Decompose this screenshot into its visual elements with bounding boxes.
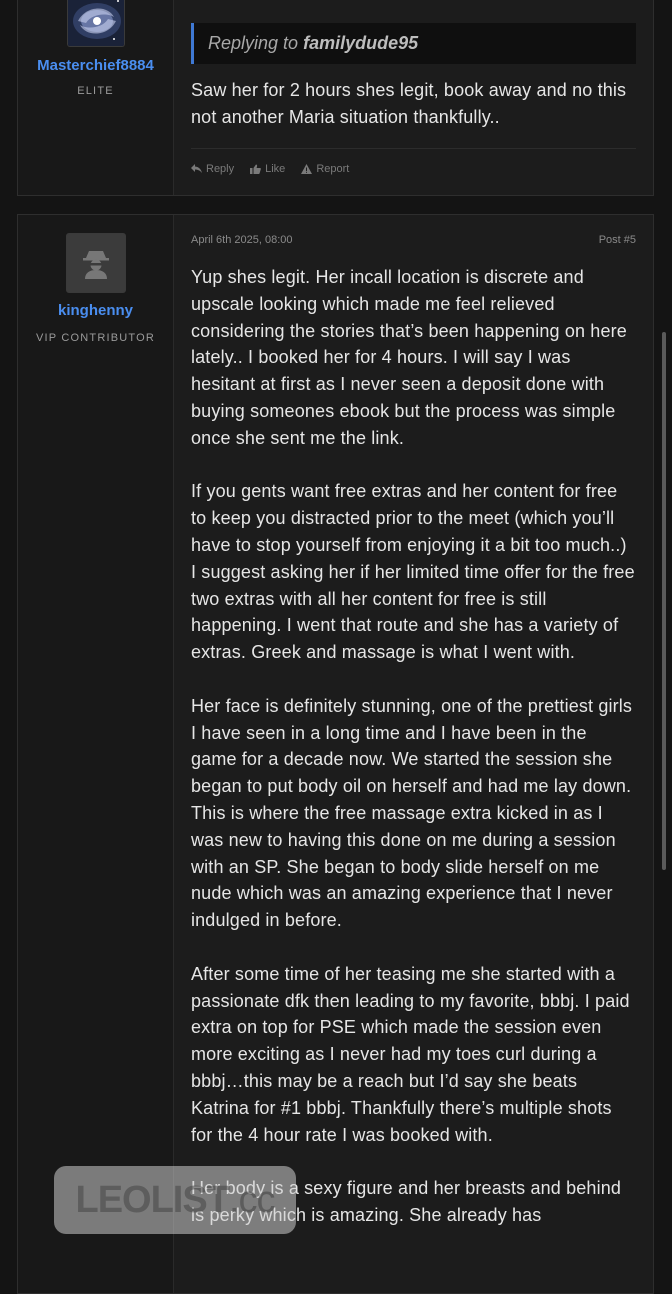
reply-quote[interactable]: Replying to familydude95 [191,23,636,64]
leolist-watermark-logo: LEOLIST .cc [54,1166,296,1234]
anonymous-user-icon [66,234,125,292]
post-date[interactable]: April 6th 2025, 08:00 [191,234,293,246]
report-label: Report [316,162,350,175]
like-label: Like [265,162,286,175]
reply-icon [191,164,202,174]
reply-label: Reply [206,162,235,175]
post-paragraph: After some time of her teasing me she st… [191,963,630,1145]
user-title: VIP CONTRIBUTOR [35,332,156,344]
warning-icon [301,163,313,174]
scrollbar[interactable] [662,332,666,870]
post-paragraph: Her face is definitely stunning, one of … [191,695,633,931]
watermark-suffix: .cc [228,1178,276,1221]
like-button[interactable]: Like [250,163,285,175]
post-number[interactable]: Post #5 [599,234,636,246]
watermark-brand: LEOLIST [75,1178,229,1221]
quote-username[interactable]: familydude95 [303,33,418,53]
post-paragraph: If you gents want free extras and her co… [191,481,635,663]
avatar[interactable] [66,0,125,47]
post-paragraph: Yup shes legit. Her incall location is d… [191,267,627,448]
user-title: ELITE [77,85,114,97]
reply-button[interactable]: Reply [191,163,234,175]
username[interactable]: kinghenny [18,302,173,320]
post-actions: Reply Like Report [191,147,636,175]
post-2-content: April 6th 2025, 08:00 Post #5 Yup shes l… [174,215,653,1293]
galaxy-avatar-image [67,0,124,46]
post-1: Masterchief8884 ELITE Replying to family… [17,0,654,196]
post-1-user-panel: Masterchief8884 ELITE [18,0,174,195]
thumbs-up-icon [250,164,261,174]
post-body: Saw her for 2 hours shes legit, book awa… [191,77,636,131]
post-2-user-panel: kinghenny VIP CONTRIBUTOR [18,215,174,1293]
post-body: Yup shes legit. Her incall location is d… [191,264,636,1229]
post-paragraph: Saw her for 2 hours shes legit, book awa… [191,80,627,127]
report-button[interactable]: Report [301,163,349,175]
post-2: kinghenny VIP CONTRIBUTOR April 6th 2025… [17,214,654,1294]
username[interactable]: Masterchief8884 [18,57,173,75]
post-1-content: Replying to familydude95 Saw her for 2 h… [174,0,653,195]
post-meta: April 6th 2025, 08:00 Post #5 [191,215,636,246]
avatar[interactable] [65,233,126,293]
quote-prefix: Replying to [208,33,299,53]
